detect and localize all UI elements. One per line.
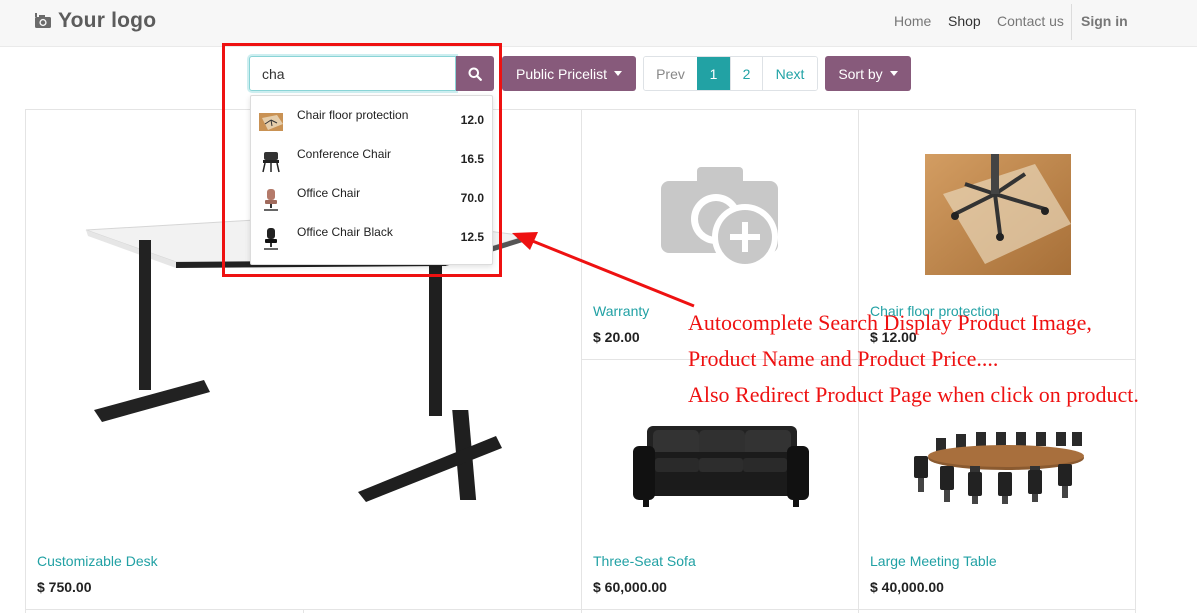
product-price: $ 20.00 bbox=[593, 329, 640, 345]
pager-prev[interactable]: Prev bbox=[644, 57, 697, 90]
product-name[interactable]: Warranty bbox=[593, 303, 649, 319]
autocomplete-item[interactable]: Office Chair 70.0 bbox=[251, 181, 492, 219]
nav-contact-us[interactable]: Contact us bbox=[997, 13, 1064, 29]
autocomplete-item-price: 70.0 bbox=[460, 191, 484, 205]
autocomplete-item-name: Office Chair Black bbox=[297, 225, 393, 239]
pricelist-dropdown-button[interactable]: Public Pricelist bbox=[502, 56, 636, 91]
conference-chair-thumbnail bbox=[262, 152, 280, 173]
grid-border bbox=[1135, 109, 1136, 613]
nav-divider bbox=[1071, 4, 1072, 40]
office-chair-black-thumbnail bbox=[264, 228, 278, 250]
pager-page-1[interactable]: 1 bbox=[697, 57, 730, 90]
search-input[interactable] bbox=[249, 56, 456, 91]
meeting-table-image bbox=[914, 432, 1084, 504]
caret-down-icon bbox=[889, 71, 898, 76]
autocomplete-item[interactable]: Office Chair Black 12.5 bbox=[251, 220, 492, 258]
sofa-image bbox=[633, 426, 809, 507]
autocomplete-item-name: Conference Chair bbox=[297, 147, 392, 161]
chair-mat-thumbnail bbox=[259, 113, 283, 131]
annotation-line-3: Also Redirect Product Page when click on… bbox=[688, 382, 1139, 407]
top-navbar: Your logo Home Shop Contact us Sign in bbox=[0, 0, 1197, 47]
search-icon bbox=[468, 67, 482, 81]
product-price: $ 40,000.00 bbox=[870, 579, 944, 595]
pricelist-label: Public Pricelist bbox=[515, 65, 608, 82]
autocomplete-item-price: 16.5 bbox=[460, 152, 484, 166]
grid-border bbox=[25, 609, 1136, 610]
annotation-line-2: Product Name and Product Price.... bbox=[688, 346, 999, 371]
logo-text: Your logo bbox=[58, 9, 157, 32]
autocomplete-item-name: Chair floor protection bbox=[297, 108, 409, 122]
search-autocomplete-dropdown: Chair floor protection 12.0 Conference C… bbox=[250, 95, 493, 265]
grid-border bbox=[303, 609, 304, 613]
autocomplete-item-price: 12.0 bbox=[460, 113, 484, 127]
pager-page-2[interactable]: 2 bbox=[730, 57, 762, 90]
annotation-line-1: Autocomplete Search Display Product Imag… bbox=[688, 310, 1092, 335]
nav-home[interactable]: Home bbox=[894, 13, 931, 29]
autocomplete-item-price: 12.5 bbox=[460, 230, 484, 244]
product-name[interactable]: Customizable Desk bbox=[37, 553, 158, 569]
office-chair-thumbnail bbox=[264, 189, 278, 211]
camera-icon bbox=[35, 13, 51, 28]
autocomplete-item[interactable]: Chair floor protection 12.0 bbox=[251, 103, 492, 141]
product-name[interactable]: Large Meeting Table bbox=[870, 553, 997, 569]
product-name[interactable]: Three-Seat Sofa bbox=[593, 553, 696, 569]
sort-by-label: Sort by bbox=[838, 65, 883, 82]
product-price: $ 60,000.00 bbox=[593, 579, 667, 595]
caret-down-icon bbox=[614, 71, 623, 76]
autocomplete-item-name: Office Chair bbox=[297, 186, 361, 200]
placeholder-camera-image bbox=[661, 167, 778, 270]
sort-by-dropdown-button[interactable]: Sort by bbox=[825, 56, 911, 91]
nav-shop[interactable]: Shop bbox=[948, 13, 981, 29]
logo[interactable]: Your logo bbox=[34, 9, 156, 33]
product-price: $ 750.00 bbox=[37, 579, 92, 595]
pagination: Prev 1 2 Next bbox=[643, 56, 818, 91]
autocomplete-item[interactable]: Conference Chair 16.5 bbox=[251, 142, 492, 180]
search-button[interactable] bbox=[456, 56, 494, 91]
sign-in-link[interactable]: Sign in bbox=[1081, 13, 1128, 29]
chair-mat-image bbox=[925, 154, 1071, 275]
pager-next[interactable]: Next bbox=[762, 57, 817, 90]
